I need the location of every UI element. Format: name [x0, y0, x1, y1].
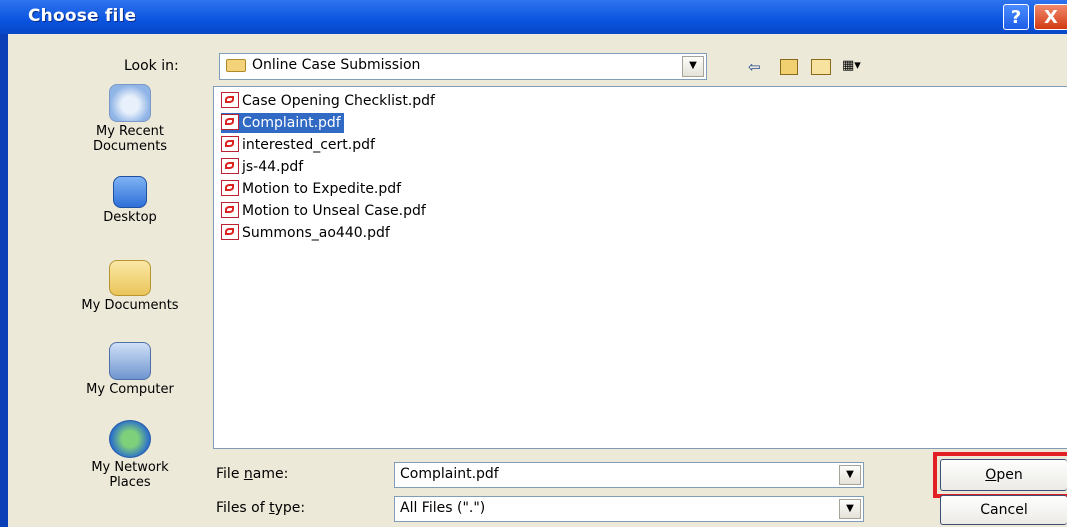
- look-in-combo[interactable]: Online Case Submission ▼: [219, 53, 707, 80]
- back-arrow-icon[interactable]: ⇦: [748, 58, 761, 76]
- title-bar: Choose file ? X: [0, 0, 1067, 34]
- file-item[interactable]: Motion to Unseal Case.pdf: [221, 201, 429, 221]
- place-my-documents[interactable]: My Documents: [60, 260, 200, 313]
- file-type-label: Files of type:: [216, 500, 306, 516]
- chevron-down-icon[interactable]: ▼: [682, 56, 704, 77]
- cancel-button[interactable]: Cancel: [940, 495, 1067, 525]
- new-folder-icon[interactable]: [811, 59, 831, 75]
- recent-documents-icon: [109, 84, 151, 122]
- network-places-icon: [109, 420, 151, 458]
- file-name-value: Complaint.pdf: [400, 466, 499, 482]
- look-in-label: Look in:: [124, 58, 179, 74]
- place-desktop[interactable]: Desktop: [60, 176, 200, 225]
- place-my-computer[interactable]: My Computer: [60, 342, 200, 397]
- file-type-select[interactable]: All Files (".") ▼: [394, 496, 864, 522]
- close-button[interactable]: X: [1034, 4, 1067, 30]
- place-label: My Recent Documents: [92, 124, 168, 154]
- chevron-down-icon[interactable]: ▼: [839, 499, 861, 519]
- file-name-label: File name:: [216, 466, 289, 482]
- help-button[interactable]: ?: [1003, 4, 1029, 30]
- file-item[interactable]: Case Opening Checklist.pdf: [221, 91, 438, 111]
- my-documents-icon: [109, 260, 151, 296]
- desktop-icon: [113, 176, 147, 208]
- chevron-down-icon[interactable]: ▼: [839, 465, 861, 485]
- look-in-value: Online Case Submission: [252, 57, 421, 73]
- file-item[interactable]: interested_cert.pdf: [221, 135, 378, 155]
- view-menu-icon[interactable]: ▦▾: [842, 58, 861, 73]
- pdf-file-icon: [221, 224, 239, 240]
- up-folder-icon[interactable]: [780, 59, 798, 75]
- place-label: Desktop: [103, 210, 157, 225]
- place-label: My Network Places: [91, 460, 169, 490]
- my-computer-icon: [109, 342, 151, 380]
- place-recent[interactable]: My Recent Documents: [60, 84, 200, 154]
- pdf-file-icon: [221, 114, 239, 130]
- file-type-value: All Files ("."): [400, 500, 486, 516]
- pdf-file-icon: [221, 158, 239, 174]
- place-label: My Computer: [86, 382, 174, 397]
- file-item-selected[interactable]: Complaint.pdf: [221, 113, 344, 133]
- file-name-input[interactable]: Complaint.pdf ▼: [394, 462, 864, 488]
- pdf-file-icon: [221, 180, 239, 196]
- file-item[interactable]: Motion to Expedite.pdf: [221, 179, 404, 199]
- file-item[interactable]: Summons_ao440.pdf: [221, 223, 393, 243]
- open-button-highlight: [933, 452, 1067, 498]
- file-item[interactable]: js-44.pdf: [221, 157, 306, 177]
- window-title: Choose file: [28, 6, 137, 26]
- pdf-file-icon: [221, 202, 239, 218]
- window-frame-edge: [0, 0, 8, 527]
- pdf-file-icon: [221, 136, 239, 152]
- place-label: My Documents: [81, 298, 179, 313]
- folder-icon: [226, 59, 246, 72]
- file-list[interactable]: Case Opening Checklist.pdf Complaint.pdf…: [213, 86, 1067, 449]
- pdf-file-icon: [221, 92, 239, 108]
- place-network[interactable]: My Network Places: [70, 420, 190, 490]
